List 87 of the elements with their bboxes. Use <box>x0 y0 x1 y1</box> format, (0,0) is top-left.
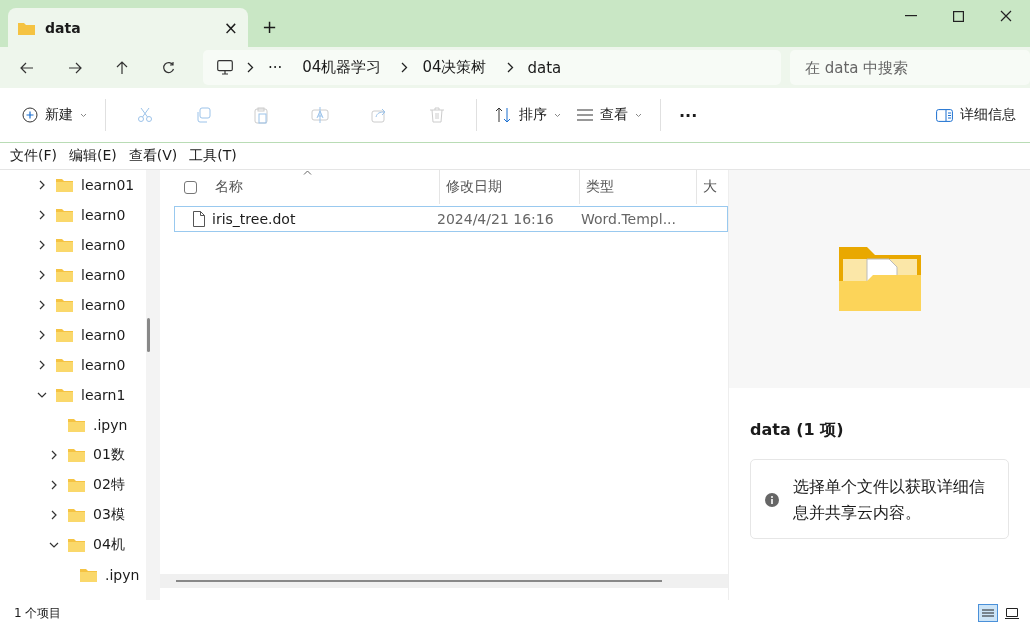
scrollbar-thumb[interactable] <box>147 318 150 352</box>
forward-icon[interactable] <box>68 61 82 74</box>
folder-icon <box>56 268 73 282</box>
chevron-icon <box>247 62 254 73</box>
new-tab-button[interactable]: + <box>262 16 278 37</box>
menu-item[interactable]: 查看(V) <box>128 147 178 165</box>
tab[interactable]: data × <box>8 8 248 47</box>
close-tab-button[interactable]: × <box>223 17 238 38</box>
folder-icon <box>56 298 73 312</box>
tree-item[interactable]: learn0 <box>0 200 146 230</box>
plus-circle-icon <box>22 107 38 123</box>
sort-button[interactable]: 排序 <box>493 102 563 128</box>
folder-icon <box>80 568 97 582</box>
folder-icon <box>68 418 85 432</box>
file-icon <box>193 211 205 227</box>
view-button[interactable]: 查看 <box>575 102 644 128</box>
tree-item[interactable]: learn01 <box>0 170 146 200</box>
folder-icon <box>56 328 73 342</box>
file-row[interactable]: iris_tree.dot 2024/4/21 16:16 Word.Templ... <box>174 206 728 232</box>
info-message: 选择单个文件以获取详细信息并共享云内容。 <box>793 476 986 524</box>
tree-item[interactable]: 04机 <box>0 530 146 560</box>
tree-item[interactable]: learn0 <box>0 260 146 290</box>
menu-item[interactable]: 编辑(E) <box>69 147 117 165</box>
folder-icon <box>68 478 85 492</box>
list-icon <box>577 109 593 121</box>
close-icon[interactable] <box>1000 10 1012 22</box>
caret-icon <box>80 112 87 118</box>
tree-item[interactable]: learn0 <box>0 350 146 380</box>
info-icon <box>765 493 779 507</box>
tree-item[interactable]: learn0 <box>0 320 146 350</box>
column-header[interactable]: 类型 <box>580 170 697 204</box>
folder-icon <box>68 448 85 462</box>
folder-icon <box>56 358 73 372</box>
select-all-checkbox[interactable] <box>184 180 197 194</box>
breadcrumb-more[interactable]: ··· <box>268 58 283 77</box>
scrollbar-thumb[interactable] <box>176 580 662 582</box>
caret-icon <box>635 112 642 118</box>
breadcrumb-item[interactable]: data <box>527 58 562 77</box>
sort-icon <box>495 107 512 123</box>
file-type: Word.Templ... <box>581 211 676 227</box>
tree-item[interactable]: learn0 <box>0 290 146 320</box>
details-title: data (1 项) <box>750 420 845 441</box>
back-icon[interactable] <box>20 61 34 74</box>
new-button[interactable]: 新建 <box>20 102 89 128</box>
clipboard-icon[interactable] <box>253 106 269 124</box>
folder-icon <box>56 178 73 192</box>
maximize-icon[interactable] <box>953 10 964 22</box>
folder-icon <box>68 508 85 522</box>
computer-icon <box>217 60 233 75</box>
tree-item[interactable]: 02特 <box>0 470 146 500</box>
tree-item[interactable]: learn1 <box>0 380 146 410</box>
tree-item[interactable]: 01数 <box>0 440 146 470</box>
caret-icon <box>554 112 561 118</box>
tree-item[interactable]: learn0 <box>0 230 146 260</box>
item-count: 1 个项目 <box>14 604 62 622</box>
file-name: iris_tree.dot <box>212 211 297 227</box>
tree-item[interactable]: 03模 <box>0 500 146 530</box>
column-header[interactable]: 大 <box>696 170 728 204</box>
details-view-icon[interactable] <box>978 604 998 622</box>
breadcrumb-item[interactable]: 04决策树 <box>422 58 487 77</box>
tree-item[interactable]: .ipyn <box>0 410 146 440</box>
chevron-icon <box>506 62 514 73</box>
search-field[interactable]: 在 data 中搜索 <box>790 50 1030 85</box>
refresh-icon[interactable] <box>162 61 175 74</box>
folder-icon <box>836 245 923 313</box>
chevron-icon <box>401 62 409 73</box>
folder-icon <box>68 538 85 552</box>
preview-view-icon[interactable] <box>1004 606 1020 620</box>
folder-icon <box>56 388 73 402</box>
breadcrumb-item[interactable]: 04机器学习 <box>302 58 382 77</box>
folder-icon <box>56 208 73 222</box>
up-icon[interactable] <box>116 60 128 75</box>
sort-caret-icon <box>303 170 312 175</box>
column-header[interactable]: 名称 <box>204 170 440 204</box>
minimize-icon[interactable] <box>905 15 917 17</box>
menu-item[interactable]: 文件(F) <box>10 147 57 165</box>
details-pane-icon <box>936 108 953 122</box>
folder-icon <box>18 20 35 35</box>
address-bar[interactable]: ··· 04机器学习 04决策树 data <box>203 50 781 85</box>
folder-icon <box>56 238 73 252</box>
modified-date: 2024/4/21 16:16 <box>437 211 555 227</box>
tree-item[interactable]: .ipyn <box>0 560 146 590</box>
menu-item[interactable]: 工具(T) <box>189 147 237 165</box>
tab-title: data <box>45 19 82 36</box>
column-header[interactable]: 修改日期 <box>440 170 581 204</box>
details-button[interactable]: 详细信息 <box>934 102 1018 128</box>
more-button[interactable]: ··· <box>677 101 700 129</box>
